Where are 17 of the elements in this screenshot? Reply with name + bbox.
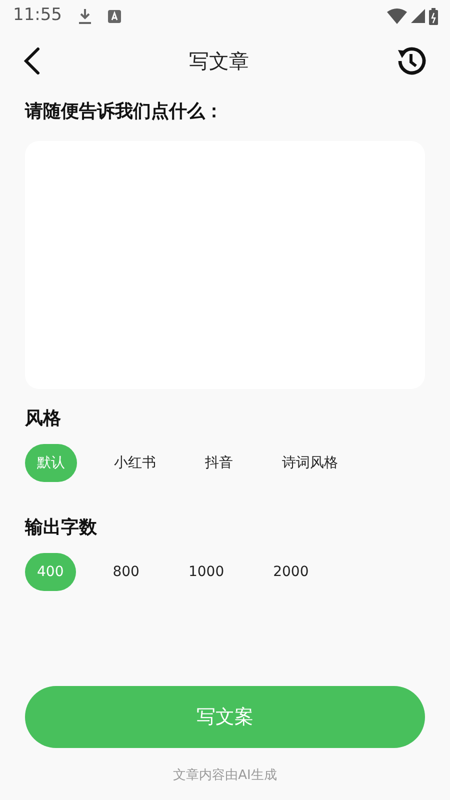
download-icon <box>78 8 92 24</box>
option-chip[interactable]: 2000 <box>261 553 321 591</box>
option-chip[interactable]: 800 <box>100 553 152 591</box>
option-chip[interactable]: 小红书 <box>102 444 168 482</box>
section-label: 输出字数 <box>25 516 98 540</box>
app-icon <box>108 10 121 22</box>
option-chip[interactable]: 1000 <box>176 553 236 591</box>
option-chip[interactable]: 诗词风格 <box>270 444 350 482</box>
prompt-label: 请随便告诉我们点什么： <box>25 100 224 124</box>
battery-icon <box>429 8 438 24</box>
page-title: 写文章 <box>189 48 249 75</box>
option-chip[interactable]: 抖音 <box>193 444 245 482</box>
signal-icon <box>411 9 425 23</box>
footer-note: 文章内容由AI生成 <box>173 768 277 783</box>
wifi-icon <box>387 8 407 24</box>
status-time: 11:55 <box>13 4 62 28</box>
section-label: 风格 <box>25 407 62 431</box>
